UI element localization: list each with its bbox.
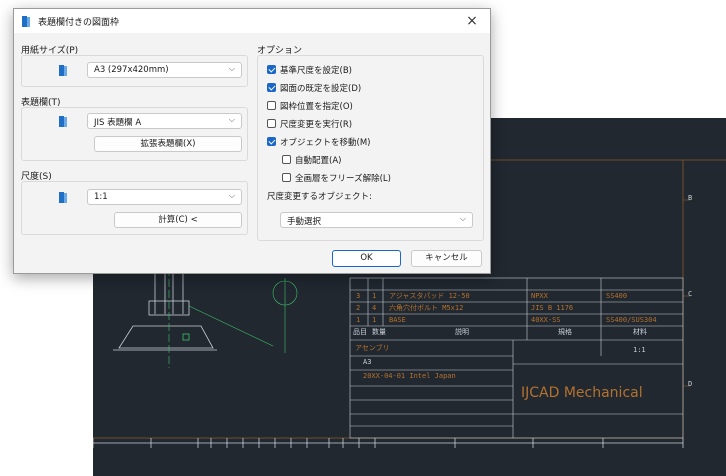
- title-block-text: アセンブリ A3 20XX-04-01 Intel Japan 1:1 IJCA…: [355, 343, 646, 401]
- checkbox-unchecked[interactable]: [267, 119, 276, 128]
- cancel-button[interactable]: キャンセル: [411, 250, 482, 267]
- svg-text:JIS B 1176: JIS B 1176: [531, 304, 573, 312]
- svg-text:2: 2: [356, 304, 360, 312]
- company-name: IJCAD Mechanical: [521, 385, 643, 401]
- app-icon: [22, 16, 31, 27]
- checkbox-unchecked[interactable]: [267, 101, 276, 110]
- svg-text:規格: 規格: [558, 327, 572, 336]
- svg-text:説明: 説明: [455, 327, 469, 336]
- svg-text:SS400: SS400: [606, 292, 627, 300]
- paper-size-select[interactable]: A3 (297x420mm) ⌵: [87, 62, 242, 78]
- options-group: 基準尺度を設定(B) 図面の既定を設定(D) 図枠位置を指定(O) 尺度変更を実…: [257, 55, 484, 241]
- objects-to-scale-label: 尺度変更するオブジェクト:: [267, 192, 372, 202]
- frame-zone-label: C: [688, 290, 692, 298]
- objects-to-scale-select[interactable]: 手動選択 ⌵: [280, 212, 473, 228]
- title-block-select[interactable]: JIS 表題欄 A ⌵: [87, 113, 242, 129]
- chevron-down-icon: ⌵: [459, 214, 466, 223]
- ok-button[interactable]: OK: [332, 250, 401, 267]
- extended-title-block-button[interactable]: 拡張表題欄(X): [94, 136, 242, 152]
- chevron-down-icon: ⌵: [228, 115, 235, 124]
- close-button[interactable]: ×: [462, 11, 482, 31]
- calculate-scale-button[interactable]: 計算(C) <: [114, 212, 242, 228]
- book-icon: [59, 116, 67, 127]
- checkbox-unchecked[interactable]: [282, 173, 291, 182]
- svg-text:1: 1: [372, 316, 376, 324]
- checkbox-unchecked[interactable]: [282, 155, 291, 164]
- svg-text:SS400/SUS304: SS400/SUS304: [606, 316, 657, 324]
- svg-text:品目: 品目: [353, 328, 367, 336]
- chevron-down-icon: ⌵: [228, 64, 235, 73]
- dialog-title: 表題欄付きの図面枠: [38, 18, 120, 28]
- svg-text:20XX-04-01 Intel Japan: 20XX-04-01 Intel Japan: [363, 372, 456, 380]
- svg-text:1:1: 1:1: [633, 346, 646, 354]
- scale-group: 1:1 ⌵ 計算(C) <: [21, 181, 248, 235]
- svg-text:1: 1: [372, 292, 376, 300]
- drawing-frame-dialog: 表題欄付きの図面枠 × 用紙サイズ(P) A3 (297x420mm) ⌵ 表題…: [13, 8, 491, 274]
- checkbox-checked[interactable]: [267, 65, 276, 74]
- title-block-group: JIS 表題欄 A ⌵ 拡張表題欄(X): [21, 107, 248, 161]
- svg-text:材料: 材料: [633, 327, 647, 336]
- book-icon: [59, 192, 67, 203]
- svg-text:4: 4: [372, 304, 376, 312]
- svg-text:六角穴付ボルト M5x12: 六角穴付ボルト M5x12: [389, 303, 463, 312]
- bom-table: 3 1 アジャスタパッド 12-50 NPXX SS400 2 4 六角穴付ボル…: [353, 291, 657, 336]
- chevron-down-icon: ⌵: [228, 191, 235, 200]
- paper-size-group: A3 (297x420mm) ⌵: [21, 55, 248, 87]
- svg-text:NPXX: NPXX: [531, 292, 549, 300]
- book-icon: [59, 65, 67, 76]
- adjuster-part-drawing: [113, 268, 298, 368]
- svg-text:BASE: BASE: [389, 316, 406, 324]
- checkbox-checked[interactable]: [267, 137, 276, 146]
- svg-text:3: 3: [356, 292, 360, 300]
- svg-text:アジャスタパッド 12-50: アジャスタパッド 12-50: [389, 291, 470, 300]
- checkbox-checked[interactable]: [267, 83, 276, 92]
- scale-select[interactable]: 1:1 ⌵: [87, 189, 242, 205]
- svg-text:アセンブリ: アセンブリ: [355, 343, 390, 352]
- svg-text:40XX-SS: 40XX-SS: [531, 316, 561, 324]
- frame-zone-label: B: [688, 194, 692, 202]
- dialog-titlebar[interactable]: 表題欄付きの図面枠 ×: [14, 9, 490, 33]
- svg-text:A3: A3: [363, 358, 371, 366]
- svg-text:1: 1: [356, 316, 360, 324]
- title-block-frame: [349, 277, 684, 439]
- frame-zone-label: D: [688, 380, 692, 388]
- svg-text:数量: 数量: [372, 327, 386, 336]
